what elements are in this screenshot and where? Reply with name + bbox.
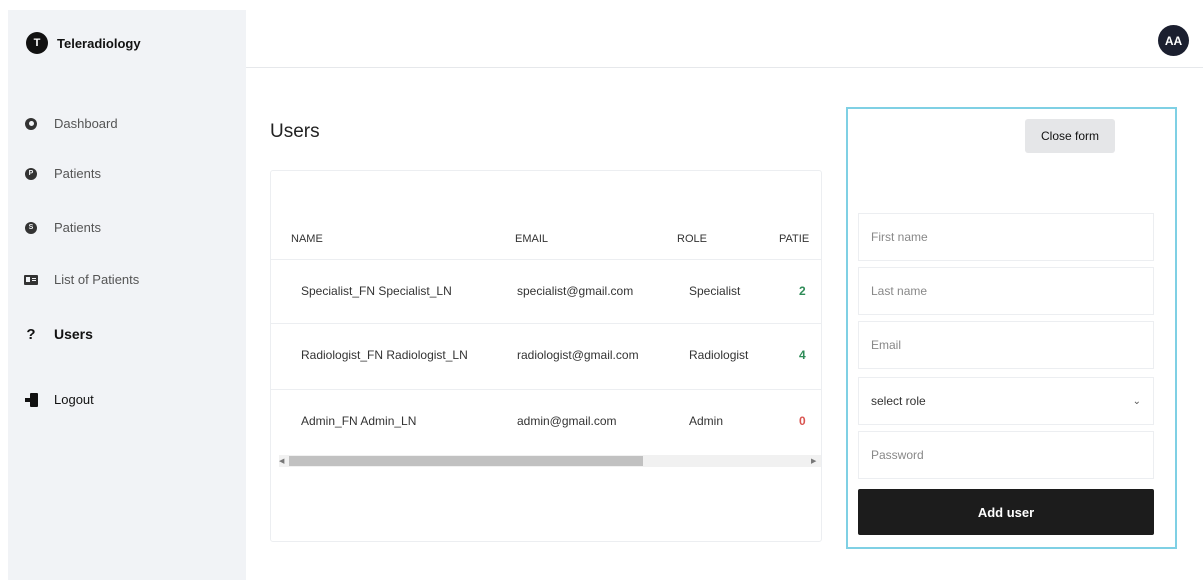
id-card-icon [24, 273, 38, 287]
cell-name: Radiologist_FN Radiologist_LN [301, 348, 468, 362]
avatar[interactable]: AA [1158, 25, 1189, 56]
column-header-name: NAME [291, 233, 323, 245]
scroll-left-arrow-icon[interactable]: ◀ [279, 457, 284, 465]
logout-icon [24, 392, 38, 407]
email-field[interactable] [858, 321, 1154, 369]
last-name-field[interactable] [858, 267, 1154, 315]
cell-role: Admin [689, 414, 724, 428]
horizontal-scrollbar[interactable]: ◀ ▶ [279, 455, 821, 467]
add-user-form: Close form select role ⌄ Add user [846, 107, 1177, 549]
cell-email: specialist@gmail.com [517, 284, 634, 298]
table-row[interactable]: Admin_FN Admin_LN admin@gmail.com Admin … [271, 389, 821, 449]
table-row[interactable]: Radiologist_FN Radiologist_LN radiologis… [271, 323, 821, 383]
close-form-button[interactable]: Close form [1025, 119, 1115, 153]
cell-role: Specialist [689, 284, 741, 298]
users-table: NAME EMAIL ROLE PATIE Specialist_FN Spec… [270, 170, 822, 542]
scroll-right-arrow-icon[interactable]: ▶ [811, 457, 816, 465]
sidebar-item-patients[interactable]: P Patients [24, 166, 101, 181]
sidebar-item-label: List of Patients [54, 272, 140, 287]
dashboard-icon [24, 117, 38, 131]
patients-icon: P [24, 167, 38, 181]
question-icon: ? [26, 325, 36, 343]
cell-role: Radiologist [689, 348, 749, 362]
specialist-patients-icon: S [24, 221, 38, 235]
cell-name: Admin_FN Admin_LN [301, 414, 417, 428]
page-title: Users [270, 121, 320, 142]
sidebar-item-list-of-patients[interactable]: List of Patients [24, 272, 139, 287]
sidebar-item-logout[interactable]: Logout [24, 392, 94, 407]
top-header: AA [246, 10, 1203, 68]
sidebar-item-patients-s[interactable]: S Patients [24, 220, 101, 235]
chevron-down-icon: ⌄ [1132, 395, 1141, 407]
cell-name: Specialist_FN Specialist_LN [301, 284, 452, 298]
role-select[interactable]: select role ⌄ [858, 377, 1154, 425]
app-root: T Teleradiology Dashboard P Patients S P… [0, 0, 1203, 580]
sidebar-item-label: Logout [54, 392, 94, 407]
column-header-role: ROLE [677, 233, 707, 245]
sidebar-item-label: Dashboard [54, 116, 118, 131]
sidebar-item-label: Patients [54, 166, 101, 181]
cell-email: admin@gmail.com [517, 414, 617, 428]
sidebar-item-dashboard[interactable]: Dashboard [24, 116, 118, 131]
sidebar-item-label: Patients [54, 220, 101, 235]
brand-logo: T [26, 32, 48, 54]
sidebar: T Teleradiology Dashboard P Patients S P… [8, 10, 246, 580]
scroll-thumb[interactable] [289, 456, 643, 466]
column-header-email: EMAIL [515, 233, 549, 245]
first-name-field[interactable] [858, 213, 1154, 261]
sidebar-item-users[interactable]: ? Users [24, 325, 93, 343]
brand[interactable]: T Teleradiology [26, 32, 141, 54]
cell-patients: 0 [799, 414, 806, 428]
add-user-button[interactable]: Add user [858, 489, 1154, 535]
cell-patients: 2 [799, 284, 806, 298]
brand-name: Teleradiology [57, 35, 141, 51]
table-row[interactable]: Specialist_FN Specialist_LN specialist@g… [271, 259, 821, 319]
sidebar-item-label: Users [54, 326, 93, 342]
cell-email: radiologist@gmail.com [517, 348, 639, 362]
role-select-value: select role [871, 394, 926, 408]
cell-patients: 4 [799, 348, 806, 362]
column-header-patients: PATIE [779, 233, 810, 245]
password-field[interactable] [858, 431, 1154, 479]
table-header: NAME EMAIL ROLE PATIE [271, 233, 821, 261]
